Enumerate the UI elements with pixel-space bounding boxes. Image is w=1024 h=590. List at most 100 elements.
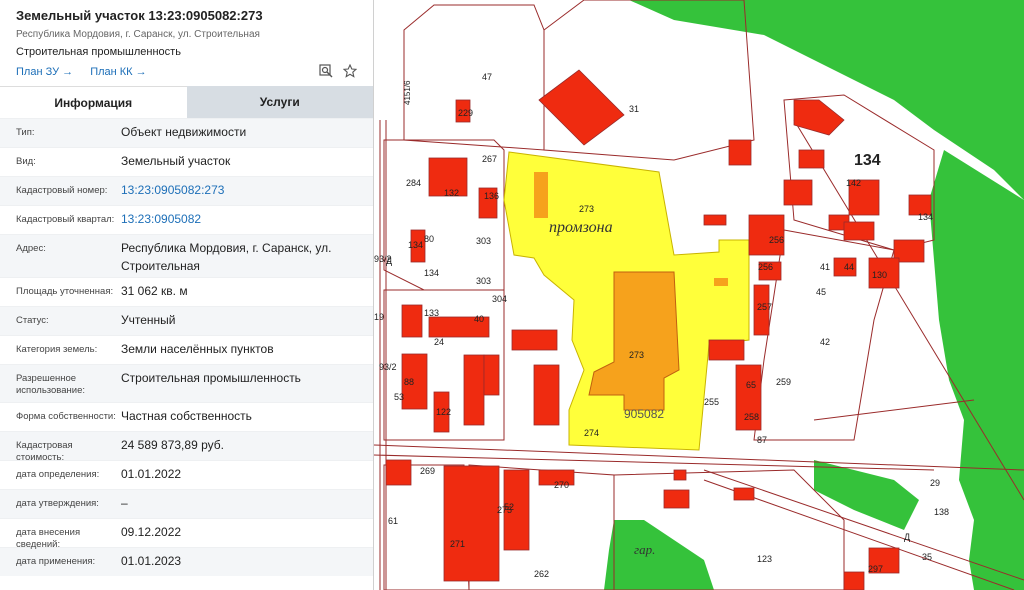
info-row-value: Частная собственность xyxy=(121,409,252,423)
map-number-label: 284 xyxy=(406,178,421,188)
map-number-label: 45 xyxy=(816,287,826,297)
map-number-label: 256 xyxy=(769,235,784,245)
map-number-label: 134 xyxy=(408,240,423,250)
info-row-value: Земли населённых пунктов xyxy=(121,342,274,356)
info-row-value: Строительная промышленность xyxy=(121,371,301,385)
info-row: Статус: Учтенный xyxy=(0,306,373,335)
plan-links: План ЗУ → План КК → xyxy=(16,65,357,79)
info-row-value: 31 062 кв. м xyxy=(121,284,188,298)
info-row-value: Республика Мордовия, г. Саранск, ул. Стр… xyxy=(121,241,332,273)
map-number-label: 273 xyxy=(579,204,594,214)
info-row: дата определения: 01.01.2022 xyxy=(0,460,373,489)
tab-services[interactable]: Услуги xyxy=(186,86,373,118)
map-number-label: 255 xyxy=(704,397,719,407)
map-number-label: 259 xyxy=(776,377,791,387)
info-row-value[interactable]: 13:23:0905082:273 xyxy=(121,177,373,205)
map-number-label: 136 xyxy=(484,191,499,201)
tab-info[interactable]: Информация xyxy=(0,86,187,118)
map-number-label: 262 xyxy=(534,569,549,579)
map-number-label: 42 xyxy=(820,337,830,347)
map-number-label: 61 xyxy=(388,516,398,526)
map-number-label: 297 xyxy=(868,564,883,574)
info-row-label: Вид: xyxy=(16,156,36,167)
map-number-label: 122 xyxy=(436,407,451,417)
parcel-purpose: Строительная промышленность xyxy=(16,46,181,58)
block-label: 905082 xyxy=(624,407,664,421)
map-number-label: 80 xyxy=(424,234,434,244)
panel-tabs: Информация Услуги xyxy=(0,86,373,118)
map-number-label: 29 xyxy=(930,478,940,488)
parcel-title: Земельный участок 13:23:0905082:273 xyxy=(16,8,263,23)
garage-label: гар. xyxy=(634,542,655,557)
info-row-value: 24 589 873,89 руб. xyxy=(121,438,224,452)
info-row-label: дата определения: xyxy=(16,469,100,480)
map-number-label: 138 xyxy=(934,507,949,517)
map-number-label: 24 xyxy=(434,337,444,347)
info-row-label: дата утверждения: xyxy=(16,498,99,509)
cadastral-map[interactable]: 47 31 229 267 284 132 136 273 303 134 80 134 303 304 4… xyxy=(374,0,1024,590)
map-number-label: 258 xyxy=(744,412,759,422)
zone-label: промзона xyxy=(549,219,613,236)
info-row-label: Площадь уточненная: xyxy=(16,286,114,297)
map-number-label: 40 xyxy=(474,314,484,324)
map-number-label: 256 xyxy=(758,262,773,272)
info-row: Кадастровый номер: 13:23:0905082:273 xyxy=(0,176,373,205)
info-row-value: Земельный участок xyxy=(121,154,231,168)
info-row-label: Категория земель: xyxy=(16,344,98,355)
header-icons xyxy=(319,64,357,78)
map-number-label: 88 xyxy=(404,377,414,387)
info-rows: Тип: Объект недвижимости Вид: Земельный уча… xyxy=(0,118,373,576)
map-number-label: 93/2 xyxy=(379,362,397,372)
map-number-label: 87 xyxy=(757,435,767,445)
map-number-label: 65 xyxy=(746,380,756,390)
map-number-label: Д xyxy=(904,532,910,542)
map-number-label: 134 xyxy=(918,212,933,222)
info-row-value: Учтенный xyxy=(121,313,176,327)
map-number-label: 132 xyxy=(444,188,459,198)
info-row: дата утверждения: – xyxy=(0,489,373,518)
info-row-value: 01.01.2023 xyxy=(121,554,182,568)
map-number-label: А xyxy=(374,0,380,2)
info-row-value: Объект недвижимости xyxy=(121,125,247,139)
map-number-label: 257 xyxy=(757,302,772,312)
map-number-label: 130 xyxy=(872,270,887,280)
map-number-label: 142 xyxy=(846,178,861,188)
info-row: Площадь уточненная: 31 062 кв. м xyxy=(0,277,373,306)
map-number-label: 269 xyxy=(420,466,435,476)
map-number-label: 273 xyxy=(629,350,644,360)
info-row-label: Тип: xyxy=(16,127,35,138)
map-number-label: Д xyxy=(386,256,392,266)
info-row-label: Адрес: xyxy=(16,243,46,254)
info-row: Кадастровая стоимость: 24 589 873,89 руб. xyxy=(0,431,373,463)
map-canvas[interactable]: 4731229267284132 136273303134801343033044… xyxy=(374,0,1024,590)
map-number-label: 304 xyxy=(492,294,507,304)
map-number-label: 35 xyxy=(922,552,932,562)
info-row: Форма собственности: Частная собственност… xyxy=(0,402,373,431)
info-row-value[interactable]: 13:23:0905082 xyxy=(121,206,373,234)
map-number-label: 41 xyxy=(820,262,830,272)
street-label: 4151/6 xyxy=(403,80,412,105)
star-icon[interactable] xyxy=(343,64,357,78)
map-number-label: 53 xyxy=(394,392,404,402)
plan-zu-link[interactable]: План ЗУ → xyxy=(16,66,73,78)
info-row-label: Кадастровый квартал: xyxy=(16,214,115,225)
info-row: Адрес: Республика Мордовия, г. Саранск, у… xyxy=(0,234,373,277)
block-number-label: 134 xyxy=(854,152,881,169)
info-row-label: Статус: xyxy=(16,315,49,326)
map-number-label: 19 xyxy=(374,312,384,322)
search-icon[interactable] xyxy=(319,64,333,78)
map-number-label: 31 xyxy=(629,104,639,114)
info-panel: Земельный участок 13:23:0905082:273 Респ… xyxy=(0,0,374,590)
info-row-value: 09.12.2022 xyxy=(121,525,182,539)
info-row: Кадастровый квартал: 13:23:0905082 xyxy=(0,205,373,234)
parcel-address: Республика Мордовия, г. Саранск, ул. Стр… xyxy=(16,29,260,40)
plan-kk-link[interactable]: План КК → xyxy=(90,66,146,78)
info-row-value: – xyxy=(121,496,128,510)
info-row: Категория земель: Земли населённых пункто… xyxy=(0,335,373,364)
map-number-label: 274 xyxy=(584,428,599,438)
info-row: Тип: Объект недвижимости xyxy=(0,118,373,147)
map-number-label: 303 xyxy=(476,236,491,246)
map-number-label: 229 xyxy=(458,108,473,118)
map-number-label: 123 xyxy=(757,554,772,564)
parcel-building xyxy=(534,172,548,218)
